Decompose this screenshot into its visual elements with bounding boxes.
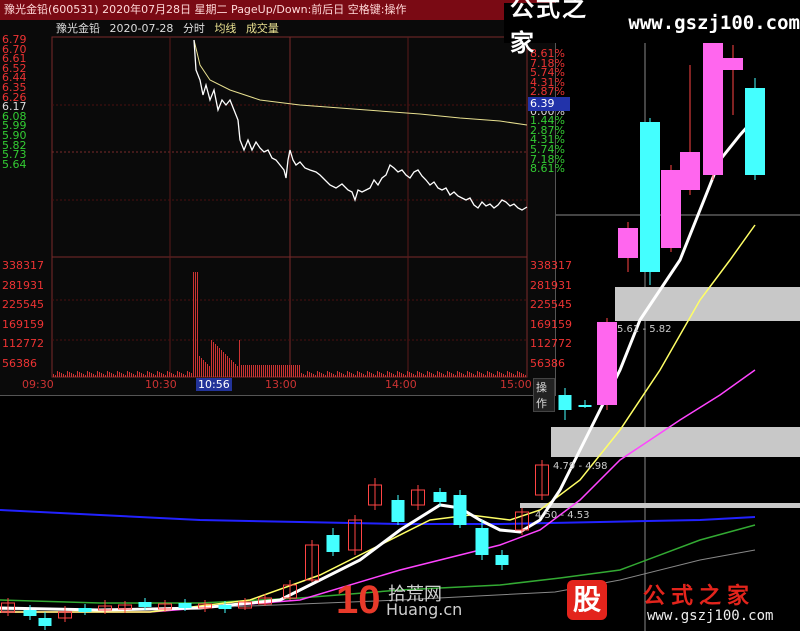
current-value-box: 6.39 xyxy=(528,97,570,111)
candle xyxy=(680,152,700,190)
candle xyxy=(578,405,592,407)
candle xyxy=(745,88,765,175)
volume-label-right-0: 338317 xyxy=(530,259,572,272)
site-logo-top: 公式之家 www.gszj100.com xyxy=(504,0,800,57)
candle xyxy=(391,500,405,522)
range-label-upper: 5.61 - 5.82 xyxy=(617,324,672,335)
candle xyxy=(495,555,509,565)
range-label-middle: 4.79 - 4.98 xyxy=(553,461,608,472)
time-label-1030: 10:30 xyxy=(145,378,177,391)
candle xyxy=(723,58,743,70)
candle xyxy=(326,535,340,552)
site-url-top: www.gszj100.com xyxy=(628,12,800,34)
huang-watermark: 10 拾荒网 Huang.cn xyxy=(336,578,466,626)
site-name-bottom: 公式之家 xyxy=(643,584,756,609)
time-label-0930: 09:30 xyxy=(22,378,54,391)
time-label-1056: 10:56 xyxy=(196,378,232,391)
volume-label-right-3: 169159 xyxy=(530,317,572,331)
candle xyxy=(178,603,192,608)
candle xyxy=(618,228,638,258)
volume-label-right-2: 225545 xyxy=(530,298,572,311)
volume-label-right-4: 112772 xyxy=(530,337,572,350)
site-logo-bottom: 股 公式之家 www.gszj100.com xyxy=(555,574,800,631)
stock-badge-icon: 股 xyxy=(567,580,607,620)
candle xyxy=(475,528,489,555)
candle xyxy=(78,608,92,612)
candle xyxy=(433,492,447,502)
volume-label-right-1: 281931 xyxy=(530,278,572,292)
time-label-1300: 13:00 xyxy=(265,378,297,391)
candle xyxy=(640,122,660,272)
candle xyxy=(38,618,52,626)
intraday-panel: 豫光金铅(600531) 2020年07月28日 星期二 PageUp/Down… xyxy=(0,0,572,412)
operate-button[interactable]: 操作 xyxy=(533,378,555,412)
site-name-top: 公式之家 xyxy=(510,0,588,57)
site-url-bottom: www.gszj100.com xyxy=(647,608,774,624)
candle xyxy=(661,170,681,248)
huang-watermark-number: 10 xyxy=(336,578,381,622)
candle xyxy=(218,605,232,609)
time-label-1400: 14:00 xyxy=(385,378,417,391)
candle xyxy=(453,495,467,525)
time-label-1500: 15:00 xyxy=(500,378,532,391)
zone-lower xyxy=(520,503,800,508)
range-label-lower: 4.50 - 4.53 xyxy=(535,510,590,521)
candle xyxy=(703,40,723,175)
volume-label-right-5: 56386 xyxy=(530,356,565,370)
huang-watermark-url: Huang.cn xyxy=(386,600,463,619)
candle xyxy=(23,610,37,616)
volume-axis-right: 338317 281931 225545 169159 112772 56386 xyxy=(0,0,572,395)
candle xyxy=(597,322,617,405)
ma120-line xyxy=(0,509,756,525)
candle xyxy=(558,395,572,410)
candle xyxy=(138,602,152,607)
